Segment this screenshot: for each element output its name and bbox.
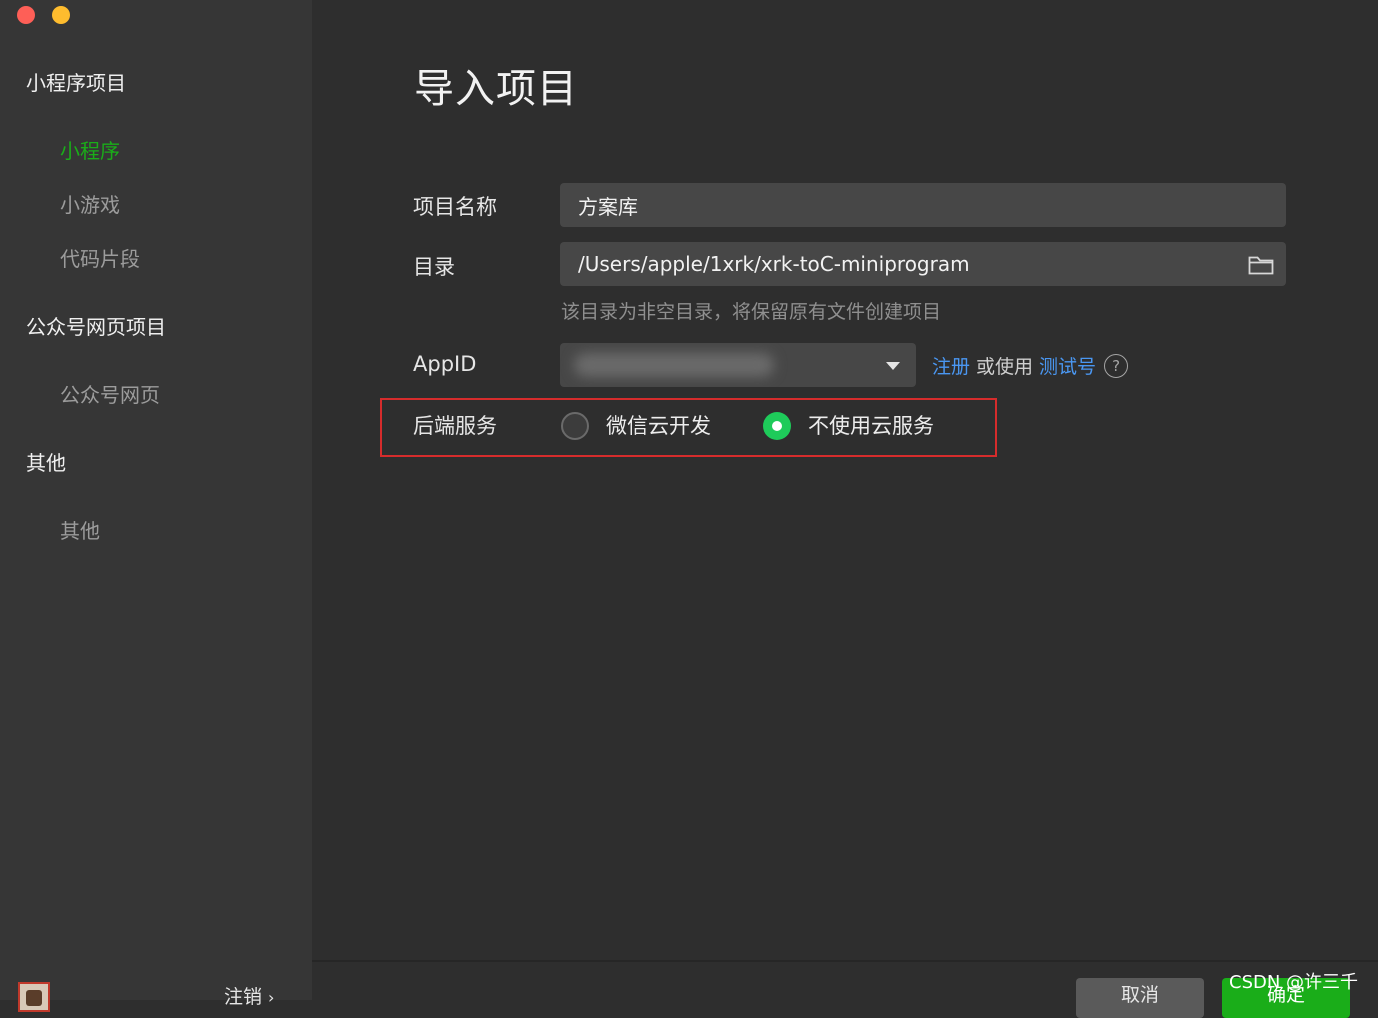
directory-value: /Users/apple/1xrk/xrk-toC-miniprogram xyxy=(578,252,970,276)
directory-hint: 该目录为非空目录，将保留原有文件创建项目 xyxy=(561,301,942,323)
dropdown-caret-icon xyxy=(886,362,900,370)
sidebar-section-official-account: 公众号网页项目 xyxy=(26,315,166,339)
chevron-right-icon: › xyxy=(268,988,275,1007)
footer-divider xyxy=(312,960,1378,962)
help-icon[interactable]: ? xyxy=(1104,353,1129,378)
register-link[interactable]: 注册 xyxy=(932,352,970,379)
close-window-button[interactable] xyxy=(17,6,35,24)
logout-button[interactable]: 注销 › xyxy=(224,982,274,1009)
minimize-window-button[interactable] xyxy=(52,6,70,24)
radio-wechat-cloud-label[interactable]: 微信云开发 xyxy=(606,410,711,440)
radio-no-cloud[interactable] xyxy=(763,412,791,440)
page-title: 导入项目 xyxy=(414,66,578,112)
radio-wechat-cloud[interactable] xyxy=(561,412,589,440)
watermark: CSDN @许三千 xyxy=(1229,972,1359,993)
sidebar-item-official-web[interactable]: 公众号网页 xyxy=(60,379,160,408)
main-panel: 导入项目 项目名称 方案库 目录 /Users/apple/1xrk/xrk-t… xyxy=(312,0,1378,1018)
avatar[interactable] xyxy=(18,982,50,1012)
appid-links: 注册 或使用 测试号 ? xyxy=(932,352,1129,379)
sidebar-item-code-snippet[interactable]: 代码片段 xyxy=(60,243,140,272)
sidebar: 小程序项目 小程序 小游戏 代码片段 公众号网页项目 公众号网页 其他 其他 注… xyxy=(0,0,312,1012)
directory-label: 目录 xyxy=(413,255,455,279)
logout-label: 注销 xyxy=(224,986,263,1008)
appid-redacted-value xyxy=(574,353,774,377)
directory-input[interactable]: /Users/apple/1xrk/xrk-toC-miniprogram xyxy=(560,242,1286,286)
cancel-button[interactable]: 取消 xyxy=(1076,978,1204,1018)
test-account-link[interactable]: 测试号 xyxy=(1039,352,1096,379)
appid-label: AppID xyxy=(413,352,477,376)
sidebar-section-miniprogram: 小程序项目 xyxy=(26,71,126,95)
sidebar-section-other: 其他 xyxy=(26,451,66,475)
sidebar-item-miniprogram[interactable]: 小程序 xyxy=(60,135,120,164)
appid-select[interactable] xyxy=(560,343,916,387)
project-name-input[interactable]: 方案库 xyxy=(560,183,1286,227)
sidebar-item-minigame[interactable]: 小游戏 xyxy=(60,189,120,218)
project-name-value: 方案库 xyxy=(578,194,638,219)
radio-no-cloud-label[interactable]: 不使用云服务 xyxy=(808,410,934,440)
project-name-label: 项目名称 xyxy=(413,195,497,219)
backend-label: 后端服务 xyxy=(413,414,497,438)
sidebar-item-other[interactable]: 其他 xyxy=(60,515,100,544)
appid-or-text: 或使用 xyxy=(976,356,1034,378)
folder-icon[interactable] xyxy=(1248,253,1274,275)
